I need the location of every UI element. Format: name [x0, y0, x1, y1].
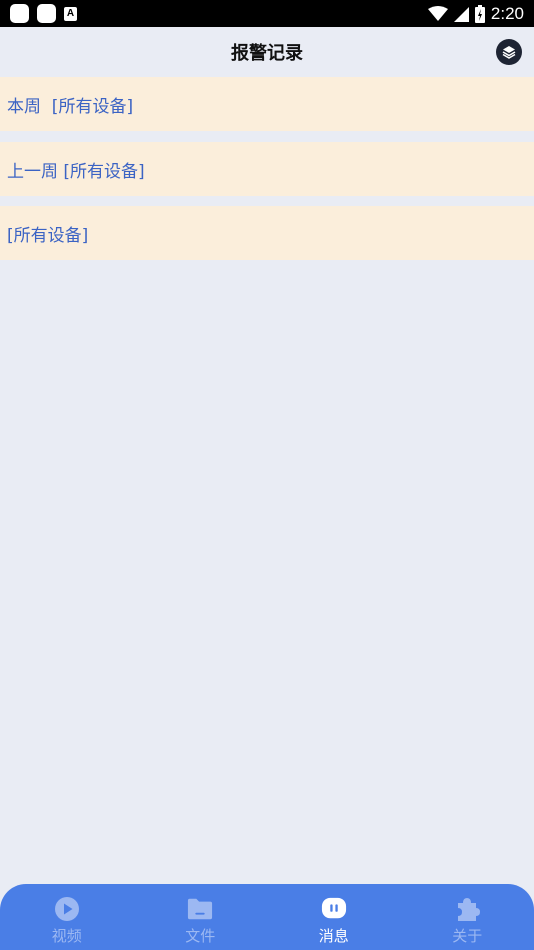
page-title: 报警记录 [231, 43, 303, 64]
record-item-all[interactable]: [所有设备] [0, 206, 534, 260]
nav-label: 关于 [452, 927, 483, 945]
status-right: 2:20 [427, 3, 524, 24]
record-item-last-week[interactable]: 上一周 [所有设备] [0, 142, 534, 196]
play-icon [54, 896, 80, 922]
nav-item-video[interactable]: 视频 [0, 884, 134, 950]
battery-icon [474, 4, 485, 23]
layers-button[interactable] [496, 39, 522, 65]
folder-icon [187, 896, 213, 922]
nav-item-messages[interactable]: 消息 [267, 884, 401, 950]
notification-a-icon: A [64, 6, 77, 21]
message-icon [321, 896, 347, 922]
status-time: 2:20 [490, 3, 524, 23]
nav-label: 文件 [185, 927, 216, 945]
nav-label: 视频 [51, 927, 82, 945]
status-bar: A 2:20 [0, 0, 534, 27]
record-label: 上一周 [所有设备] [7, 161, 145, 182]
puzzle-icon [454, 896, 481, 922]
nav-item-files[interactable]: 文件 [134, 884, 268, 950]
wifi-icon [427, 5, 448, 21]
notification-icon [37, 4, 56, 23]
record-label: 本周 [所有设备] [7, 96, 134, 117]
notification-icon [10, 4, 29, 23]
bottom-nav: 视频 文件 消息 关于 [0, 884, 534, 950]
signal-icon [453, 6, 469, 22]
layers-icon [502, 46, 516, 59]
record-label: [所有设备] [7, 225, 89, 246]
nav-item-about[interactable]: 关于 [401, 884, 534, 950]
status-left: A [10, 4, 77, 23]
header: 报警记录 [0, 27, 534, 77]
nav-label: 消息 [318, 927, 349, 945]
record-item-this-week[interactable]: 本周 [所有设备] [0, 77, 534, 131]
